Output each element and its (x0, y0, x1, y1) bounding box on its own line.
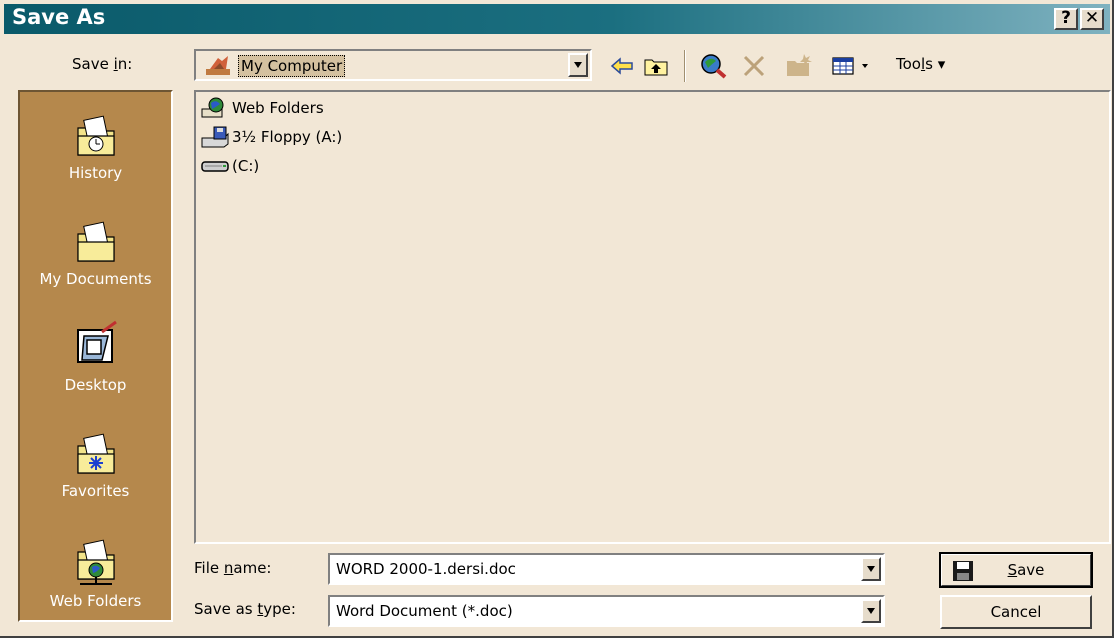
close-button[interactable]: ✕ (1080, 8, 1104, 30)
floppy-disk-icon (953, 561, 973, 581)
file-list[interactable]: Web Folders 3½ Floppy (A:) (C:) (194, 90, 1111, 544)
save-in-dropdown[interactable]: My Computer (194, 49, 592, 81)
list-item[interactable]: (C:) (200, 154, 259, 178)
web-folders-icon (201, 97, 224, 118)
favorites-folder-icon (76, 433, 115, 474)
place-favorites[interactable]: Favorites (20, 428, 171, 500)
list-item[interactable]: Web Folders (200, 96, 324, 120)
save-in-dropdown-arrow[interactable] (568, 53, 588, 77)
save-in-label: Save in: (72, 55, 133, 73)
search-web-icon[interactable] (698, 52, 730, 80)
file-name-label: File name: (194, 559, 272, 577)
place-web-folders[interactable]: Web Folders (20, 534, 171, 610)
save-as-type-select[interactable]: Word Document (*.doc) (328, 595, 885, 627)
tools-menu-button[interactable]: Tools ▾ (896, 55, 945, 83)
views-icon[interactable] (830, 52, 874, 80)
file-name-input[interactable]: WORD 2000-1.dersi.doc (328, 553, 885, 585)
save-as-type-label: Save as type: (194, 600, 296, 618)
save-button[interactable]: Save (939, 552, 1093, 588)
window-title: Save As (12, 5, 106, 29)
file-name-dropdown-arrow[interactable] (861, 557, 881, 581)
chevron-down-icon: ▾ (937, 55, 946, 73)
place-history[interactable]: History (20, 110, 171, 182)
title-bar[interactable]: Save As ? ✕ (4, 4, 1110, 34)
place-my-documents[interactable]: My Documents (20, 216, 171, 288)
delete-icon[interactable] (740, 52, 768, 80)
save-in-value: My Computer (238, 55, 346, 77)
back-arrow-icon[interactable] (608, 52, 636, 80)
save-as-type-dropdown-arrow[interactable] (861, 599, 881, 623)
help-button[interactable]: ? (1054, 8, 1078, 30)
new-folder-icon[interactable] (784, 52, 814, 80)
floppy-drive-icon (201, 126, 229, 148)
save-as-dialog: Save As ? ✕ Save in: My Computer Tools ▾… (0, 0, 1114, 638)
hard-drive-icon (201, 161, 229, 172)
list-item[interactable]: 3½ Floppy (A:) (200, 125, 342, 149)
desktop-icon (76, 320, 117, 363)
places-bar: History My Documents Desktop Favorites W… (18, 90, 173, 622)
cancel-button[interactable]: Cancel (940, 595, 1092, 629)
up-one-level-icon[interactable] (642, 52, 670, 80)
web-folders-icon (76, 539, 115, 585)
place-desktop[interactable]: Desktop (20, 320, 171, 394)
history-folder-icon (76, 115, 115, 156)
my-computer-icon (204, 55, 234, 81)
my-documents-folder-icon (76, 221, 115, 262)
